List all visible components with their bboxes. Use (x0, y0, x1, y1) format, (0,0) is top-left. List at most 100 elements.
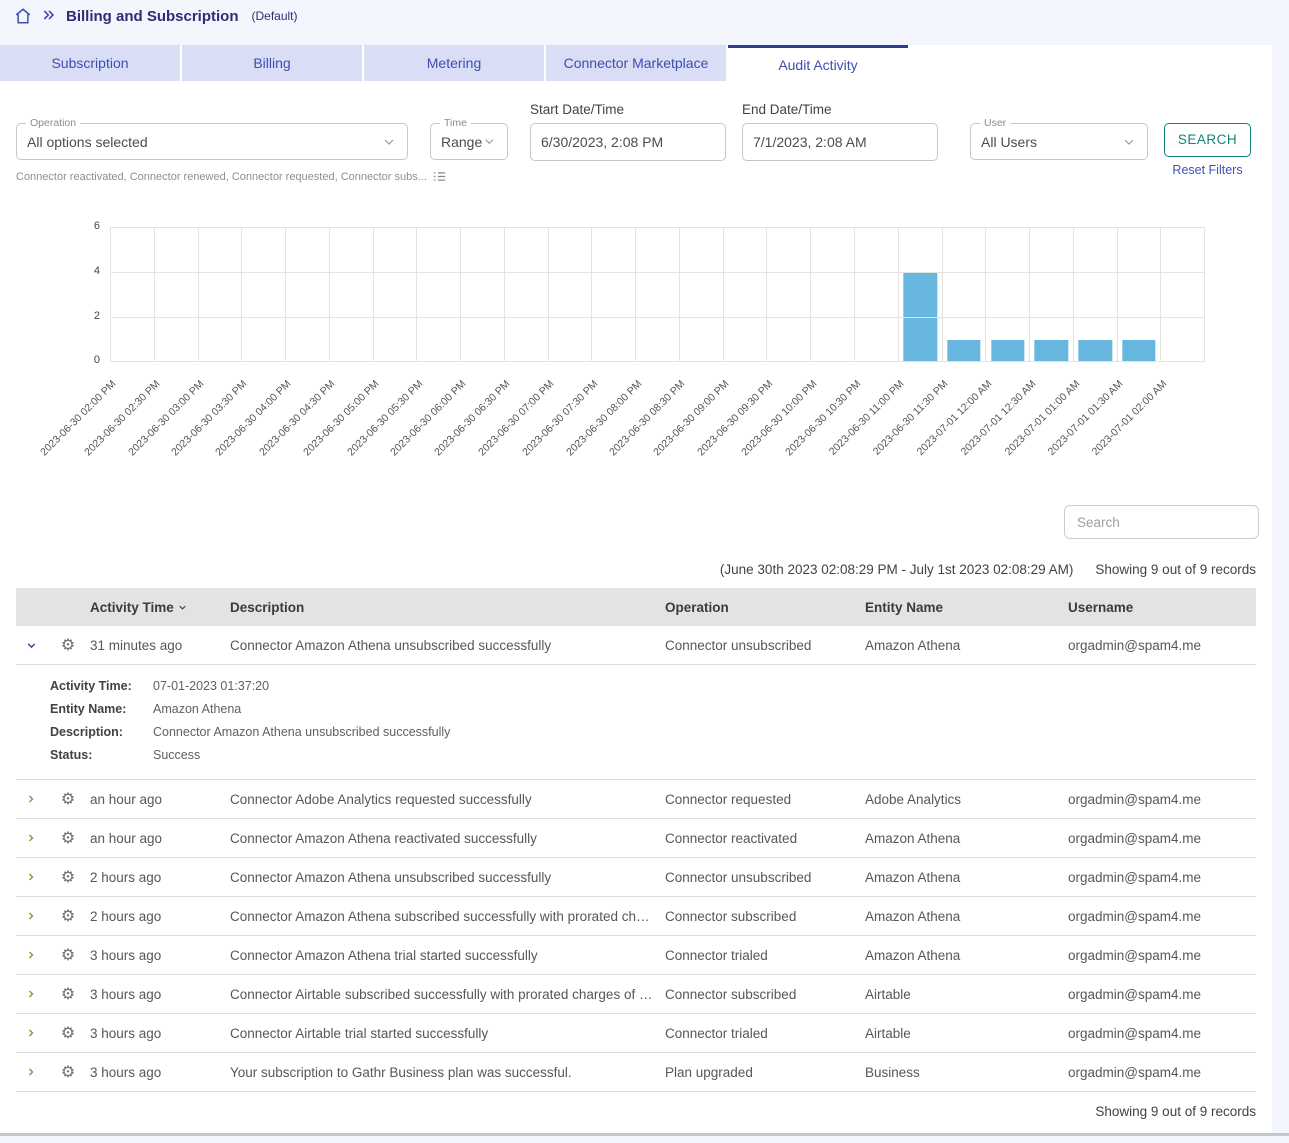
y-axis-label: 2 (58, 310, 100, 322)
cell-operation: Connector unsubscribed (665, 870, 865, 885)
chart-column (1160, 227, 1205, 362)
chart-bar[interactable] (1079, 340, 1112, 363)
tab-audit-activity[interactable]: Audit Activity (728, 45, 908, 81)
cell-time: 2 hours ago (90, 909, 230, 924)
cell-time: an hour ago (90, 831, 230, 846)
cell-time: 31 minutes ago (90, 638, 230, 653)
operation-select-value: All options selected (27, 134, 148, 150)
cell-operation: Connector requested (665, 792, 865, 807)
chart-bar[interactable] (1122, 340, 1155, 363)
search-button[interactable]: SEARCH (1164, 123, 1251, 157)
card-bottom-divider (0, 1133, 1289, 1136)
cell-description: Connector Amazon Athena unsubscribed suc… (230, 870, 665, 885)
chevron-down-icon (1121, 134, 1137, 150)
cell-operation: Connector trialed (665, 948, 865, 963)
chart-column (416, 227, 460, 362)
gear-icon[interactable]: ⚙ (46, 637, 90, 653)
table-row: ⚙ 31 minutes ago Connector Amazon Athena… (16, 626, 1256, 665)
detail-label: Activity Time: (50, 675, 153, 698)
table-search-input[interactable] (1064, 505, 1259, 539)
gear-icon[interactable]: ⚙ (46, 791, 90, 807)
start-date-label: Start Date/Time (530, 102, 624, 117)
expand-row-icon[interactable] (16, 910, 46, 922)
operation-select[interactable]: Operation All options selected (16, 123, 408, 160)
cell-time: 3 hours ago (90, 948, 230, 963)
records-note-top: Showing 9 out of 9 records (1095, 562, 1256, 577)
reset-filters-link[interactable]: Reset Filters (1164, 163, 1251, 177)
chart-column (810, 227, 854, 362)
gear-icon[interactable]: ⚙ (46, 1064, 90, 1080)
expand-row-icon[interactable] (16, 793, 46, 805)
expand-row-icon[interactable] (16, 871, 46, 883)
cell-username: orgadmin@spam4.me (1068, 909, 1256, 924)
expand-row-icon[interactable] (16, 1066, 46, 1078)
tab-subscription[interactable]: Subscription (0, 45, 180, 81)
cell-username: orgadmin@spam4.me (1068, 1065, 1256, 1080)
expand-row-icon[interactable] (16, 832, 46, 844)
gear-icon[interactable]: ⚙ (46, 869, 90, 885)
chart-bar[interactable] (991, 340, 1024, 363)
table-row: ⚙ 2 hours ago Connector Amazon Athena un… (16, 858, 1256, 897)
chart-column (373, 227, 417, 362)
chevron-down-icon (482, 134, 497, 149)
tab-metering[interactable]: Metering (364, 45, 544, 81)
cell-entity: Amazon Athena (865, 909, 1068, 924)
cell-entity: Amazon Athena (865, 831, 1068, 846)
gear-icon[interactable]: ⚙ (46, 830, 90, 846)
table-row: ⚙ 3 hours ago Connector Amazon Athena tr… (16, 936, 1256, 975)
gear-icon[interactable]: ⚙ (46, 986, 90, 1002)
chart-column (635, 227, 679, 362)
records-note-bottom: Showing 9 out of 9 records (16, 1104, 1256, 1119)
cell-description: Connector Amazon Athena subscribed succe… (230, 909, 665, 924)
y-axis-label: 0 (58, 354, 100, 366)
chart-column (1117, 227, 1161, 362)
gear-icon[interactable]: ⚙ (46, 908, 90, 924)
user-select-value: All Users (981, 134, 1037, 150)
y-axis-label: 4 (58, 265, 100, 277)
content-card: Subscription Billing Metering Connector … (0, 45, 1272, 1133)
chart-column (198, 227, 242, 362)
cell-operation: Connector subscribed (665, 987, 865, 1002)
chart-column (504, 227, 548, 362)
tab-billing[interactable]: Billing (182, 45, 362, 81)
operation-select-label: Operation (26, 117, 80, 129)
cell-time: 2 hours ago (90, 870, 230, 885)
collapse-row-icon[interactable] (16, 639, 46, 652)
end-date-value: 7/1/2023, 2:08 AM (753, 134, 867, 150)
chart-column (854, 227, 898, 362)
chart-bar[interactable] (1035, 340, 1068, 363)
filter-bar: Operation All options selected Connector… (0, 96, 1272, 196)
chart-bar[interactable] (947, 340, 980, 363)
detail-label: Entity Name: (50, 698, 153, 721)
expand-row-icon[interactable] (16, 949, 46, 961)
y-axis-label: 6 (58, 220, 100, 232)
time-select[interactable]: Time Range (430, 123, 508, 160)
chart-column (154, 227, 198, 362)
cell-description: Your subscription to Gathr Business plan… (230, 1065, 665, 1080)
tab-bar: Subscription Billing Metering Connector … (0, 45, 1272, 81)
cell-description: Connector Airtable subscribed successful… (230, 987, 665, 1002)
cell-username: orgadmin@spam4.me (1068, 831, 1256, 846)
home-icon[interactable] (14, 7, 32, 25)
table-row: ⚙ an hour ago Connector Amazon Athena re… (16, 819, 1256, 858)
chart-column (723, 227, 767, 362)
sort-icon[interactable] (177, 602, 188, 613)
row-detail-panel: Activity Time:07-01-2023 01:37:20 Entity… (16, 665, 1256, 780)
tab-connector-marketplace[interactable]: Connector Marketplace (546, 45, 726, 81)
table-header: Activity Time Description Operation Enti… (16, 588, 1256, 626)
gear-icon[interactable]: ⚙ (46, 947, 90, 963)
col-activity-time[interactable]: Activity Time (90, 600, 230, 615)
cell-entity: Airtable (865, 987, 1068, 1002)
col-operation: Operation (665, 600, 865, 615)
user-select[interactable]: User All Users (970, 123, 1148, 160)
end-date-input[interactable]: 7/1/2023, 2:08 AM (742, 123, 938, 161)
start-date-input[interactable]: 6/30/2023, 2:08 PM (530, 123, 726, 161)
expand-row-icon[interactable] (16, 988, 46, 1000)
gear-icon[interactable]: ⚙ (46, 1025, 90, 1041)
chart-column (548, 227, 592, 362)
list-filter-icon[interactable] (433, 170, 446, 183)
cell-entity: Adobe Analytics (865, 792, 1068, 807)
expand-row-icon[interactable] (16, 1027, 46, 1039)
table-row: ⚙ an hour ago Connector Adobe Analytics … (16, 780, 1256, 819)
cell-description: Connector Airtable trial started success… (230, 1026, 665, 1041)
